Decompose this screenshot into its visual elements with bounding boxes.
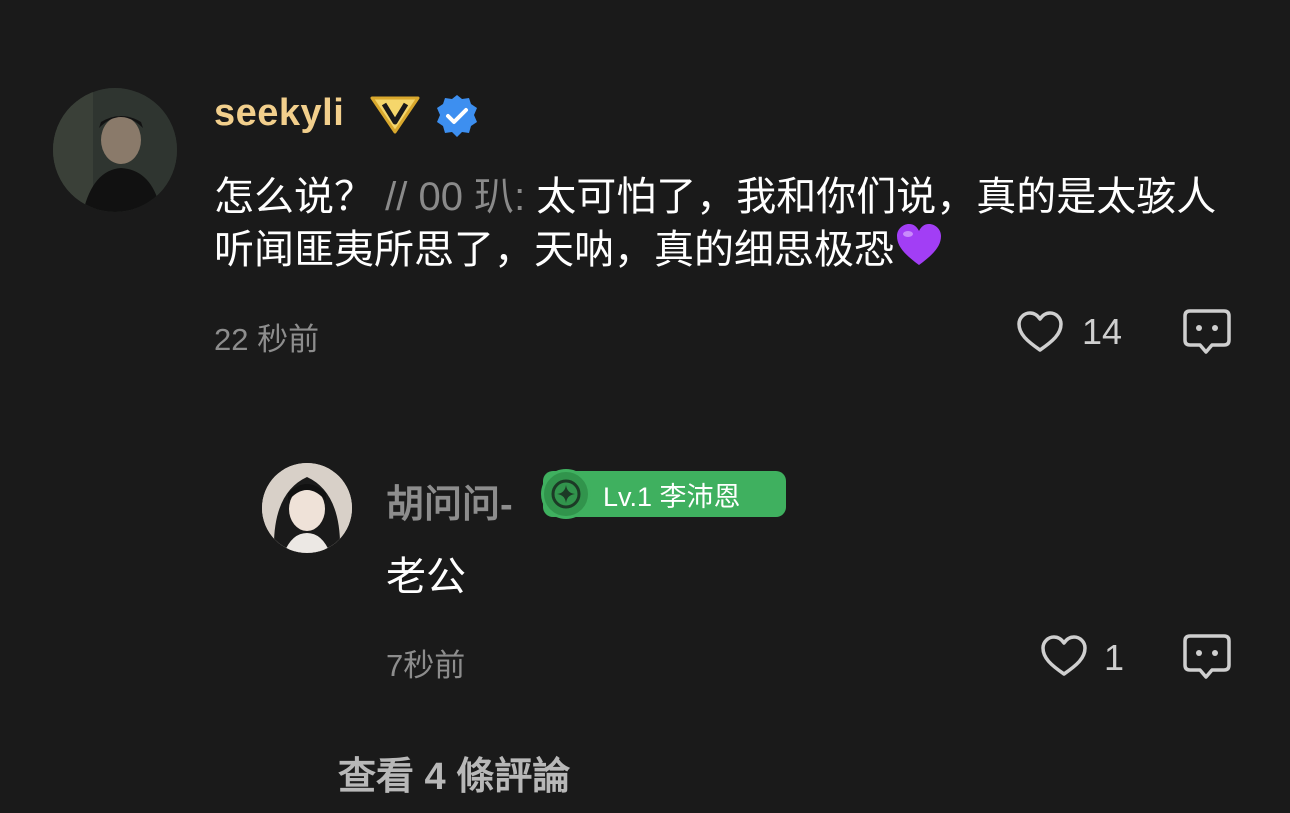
reply-icon[interactable] — [1182, 308, 1232, 356]
like-count: 14 — [1082, 311, 1123, 352]
comment-timestamp: 22 秒前 — [214, 322, 320, 357]
avatar-reply-user[interactable] — [262, 463, 352, 553]
level-badge-label: Lv.1 李沛恩 — [603, 481, 741, 512]
verified-check-icon — [434, 93, 480, 139]
view-more-replies-button[interactable]: 查看 4 條評論 — [338, 745, 570, 800]
heart-icon[interactable] — [1040, 634, 1088, 678]
level-badge[interactable]: Lv.1 李沛恩 — [541, 469, 786, 519]
purple-heart-emoji — [894, 221, 944, 271]
reply-timestamp: 7秒前 — [386, 648, 466, 683]
like-count: 1 — [1104, 637, 1125, 678]
sparkle-icon — [541, 469, 591, 519]
reply-username[interactable]: 胡问问- — [386, 473, 513, 528]
reply-icon[interactable] — [1182, 633, 1232, 681]
vip-badge-icon — [368, 92, 422, 136]
avatar-seekyli[interactable] — [53, 88, 177, 212]
comment-text: 怎么说？ // 00 玐: 太可怕了，我和你们说，真的是太骇人听闻匪夷所思了，天… — [214, 173, 1224, 274]
comment-main-text: 怎么说？ — [214, 175, 386, 219]
reply-text: 老公 — [386, 555, 466, 599]
quoted-user[interactable]: // 00 玐: — [385, 175, 536, 219]
heart-icon[interactable] — [1016, 310, 1064, 354]
comment-username[interactable]: seekyli — [214, 92, 344, 135]
